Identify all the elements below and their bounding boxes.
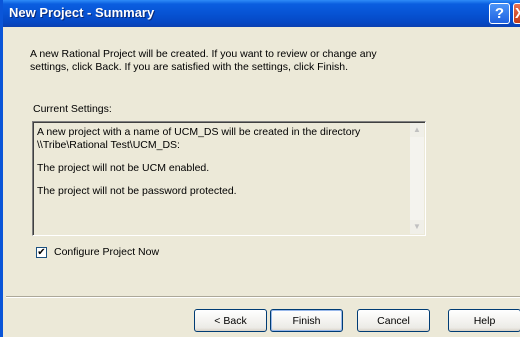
scroll-up-arrow-icon[interactable]: ▲: [410, 123, 424, 137]
vertical-scrollbar[interactable]: ▲ ▼: [410, 123, 424, 234]
cancel-button[interactable]: Cancel: [357, 309, 430, 332]
window-title: New Project - Summary: [9, 5, 155, 20]
help-icon[interactable]: ?: [489, 3, 510, 24]
settings-line-4: The project will not be password protect…: [37, 185, 237, 197]
intro-line-2: settings, click Back. If you are satisfi…: [30, 61, 349, 73]
intro-text: A new Rational Project will be created. …: [30, 48, 450, 74]
settings-text: A new project with a name of UCM_DS will…: [37, 126, 407, 198]
configure-project-checkbox[interactable]: ✔: [36, 247, 47, 258]
title-bar[interactable]: New Project - Summary ? X: [3, 0, 520, 27]
help-button[interactable]: Help: [448, 309, 520, 332]
configure-project-label[interactable]: Configure Project Now: [54, 246, 159, 258]
close-icon[interactable]: X: [513, 3, 520, 24]
finish-button[interactable]: Finish: [270, 309, 343, 332]
button-separator: [6, 296, 520, 298]
current-settings-label: Current Settings:: [33, 103, 112, 115]
scroll-down-arrow-icon[interactable]: ▼: [410, 220, 424, 234]
dialog-window: New Project - Summary ? X A new Rational…: [0, 0, 520, 337]
current-settings-textbox[interactable]: A new project with a name of UCM_DS will…: [32, 121, 426, 236]
settings-line-1: A new project with a name of UCM_DS will…: [37, 126, 361, 138]
settings-line-3: The project will not be UCM enabled.: [37, 162, 210, 174]
back-button[interactable]: < Back: [194, 309, 267, 332]
settings-line-2: \\Tribe\Rational Test\UCM_DS:: [37, 139, 180, 151]
intro-line-1: A new Rational Project will be created. …: [30, 48, 377, 60]
